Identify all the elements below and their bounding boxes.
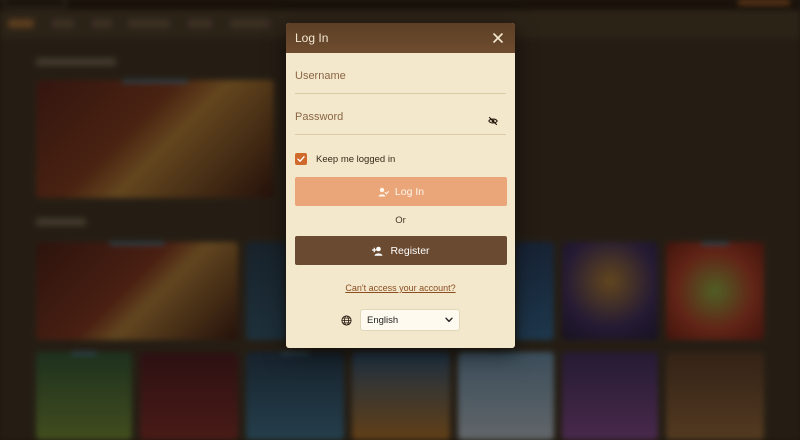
globe-icon: [341, 314, 352, 326]
password-input[interactable]: [295, 105, 506, 123]
remember-me-row: Keep me logged in: [295, 152, 506, 166]
or-divider: Or: [395, 215, 406, 226]
close-icon[interactable]: [491, 31, 505, 45]
login-button[interactable]: Log In: [295, 177, 507, 206]
login-modal: Log In Keep me logged in: [286, 23, 515, 348]
language-selected-value: English: [367, 314, 399, 326]
check-icon: [297, 156, 305, 162]
register-button[interactable]: Register: [295, 236, 507, 265]
modal-body: Keep me logged in Log In Or Register Can…: [286, 53, 515, 331]
remember-me-checkbox[interactable]: [295, 153, 307, 165]
user-add-icon: [372, 246, 383, 256]
forgot-account-link[interactable]: Can't access your account?: [295, 283, 506, 293]
password-field-wrapper: [295, 94, 506, 135]
chevron-down-icon: [445, 317, 453, 323]
login-button-label: Log In: [394, 185, 425, 198]
remember-me-label: Keep me logged in: [316, 153, 396, 165]
eye-off-icon[interactable]: [488, 113, 498, 126]
username-input[interactable]: [295, 64, 506, 82]
language-row: English: [295, 309, 506, 331]
modal-title: Log In: [295, 31, 329, 45]
modal-header: Log In: [286, 23, 515, 53]
user-login-icon: [378, 187, 389, 196]
username-field-wrapper: [295, 53, 506, 94]
register-button-label: Register: [390, 244, 430, 257]
language-select[interactable]: English: [360, 309, 460, 331]
